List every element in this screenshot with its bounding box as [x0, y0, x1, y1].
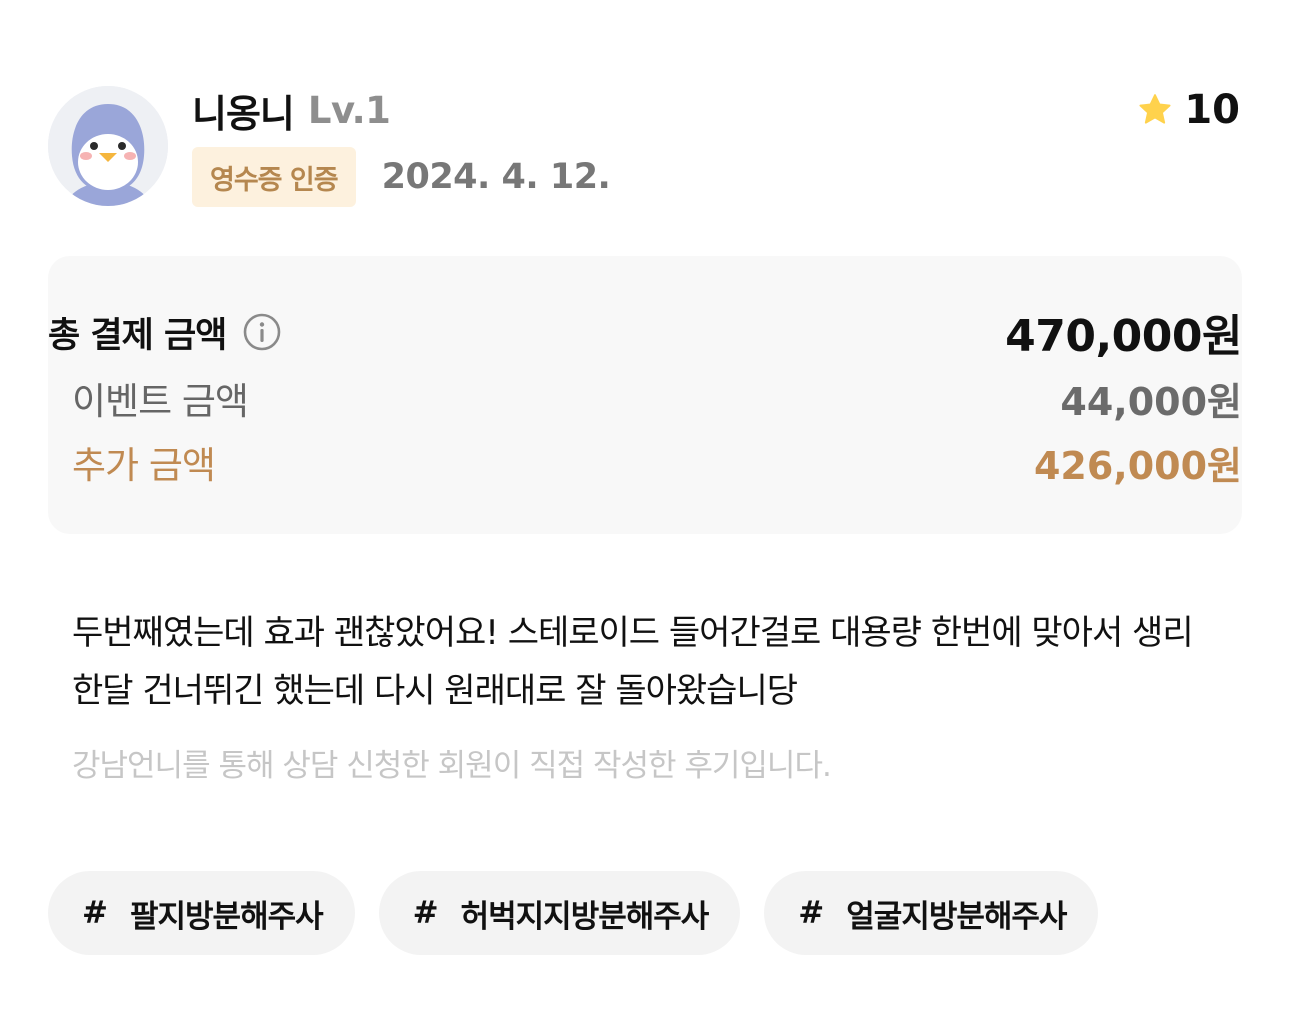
hash-icon: #: [798, 895, 825, 931]
tag-chip[interactable]: # 얼굴지방분해주사: [764, 871, 1099, 955]
total-price-value: 470,000원: [1005, 311, 1242, 362]
hash-icon: #: [412, 895, 439, 931]
tag-label: 허벅지지방분해주사: [460, 898, 710, 935]
tag-chip[interactable]: # 허벅지지방분해주사: [378, 871, 741, 955]
rating: 10: [1136, 87, 1240, 133]
tag-label: 팔지방분해주사: [129, 898, 324, 935]
hash-icon: #: [82, 895, 108, 931]
tag-chip[interactable]: # 팔지방분해주사: [48, 871, 355, 955]
review-disclaimer: 강남언니를 통해 상담 신청한 회원이 직접 작성한 후기입니다.: [72, 748, 832, 784]
penguin-avatar-icon: [48, 86, 168, 206]
review-header: 니옹니 Lv.1 영수증 인증 2024. 4. 12. 10: [48, 86, 1242, 210]
total-price-label: 총 결제 금액: [48, 315, 227, 356]
tag-label: 얼굴지방분해주사: [846, 898, 1067, 935]
total-price-row: 총 결제 금액 470,000원: [48, 304, 1242, 362]
info-icon[interactable]: [242, 312, 282, 352]
total-price-label-group: 총 결제 금액: [48, 307, 282, 358]
user-nickname[interactable]: 니옹니: [192, 83, 295, 138]
user-avatar[interactable]: [48, 86, 168, 206]
tag-list: # 팔지방분해주사 # 허벅지지방분해주사 # 얼굴지방분해주사: [48, 871, 1099, 955]
event-price-value: 44,000원: [1060, 379, 1242, 424]
review-date: 2024. 4. 12.: [381, 157, 611, 197]
extra-price-value: 426,000원: [1033, 443, 1242, 488]
rating-score: 10: [1184, 87, 1240, 133]
receipt-verified-badge: 영수증 인증: [192, 147, 356, 207]
user-name-row: 니옹니 Lv.1: [192, 86, 391, 136]
review-meta: 영수증 인증 2024. 4. 12.: [192, 147, 611, 207]
event-price-label: 이벤트 금액: [72, 380, 249, 423]
review-text: 두번째였는데 효과 괜찮았어요! 스테로이드 들어간걸로 대용량 한번에 맞아서…: [72, 613, 1194, 711]
star-icon: [1139, 94, 1171, 124]
extra-price-label: 추가 금액: [72, 444, 216, 487]
user-level: Lv.1: [307, 88, 391, 132]
extra-price-row: 추가 금액 426,000원: [72, 434, 1242, 490]
event-price-row: 이벤트 금액 44,000원: [72, 370, 1242, 426]
